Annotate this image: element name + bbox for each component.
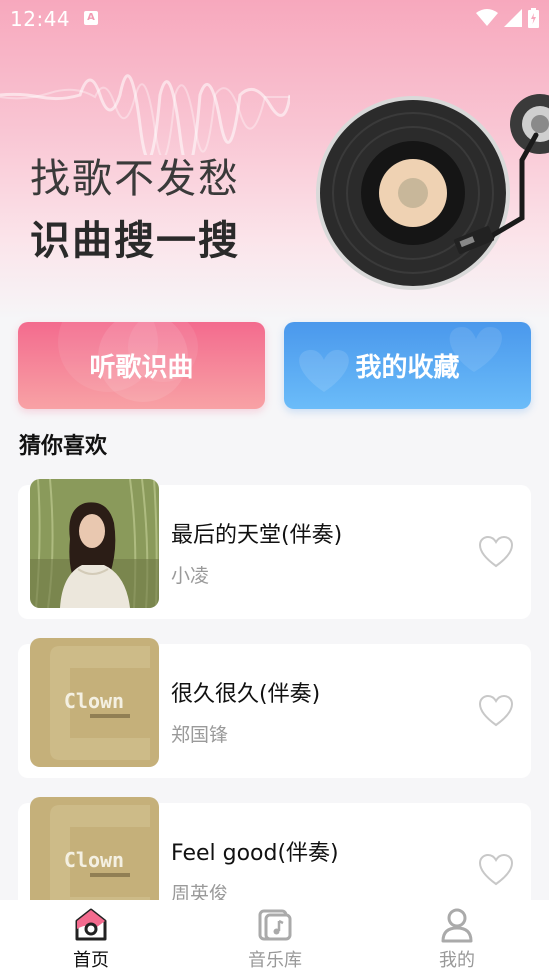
status-time: 12:44 [10,7,71,31]
profile-icon [441,908,473,943]
section-title: 猜你喜欢 [19,434,108,459]
bottom-tab-bar: 首页 音乐库 我的 [0,900,549,977]
cover-text: Clown [64,689,124,713]
status-bar: 12:44 A [0,0,549,38]
song-artist: 小凌 [171,565,210,587]
favorite-heart-icon[interactable] [478,535,514,569]
song-title: Feel good(伴奏) [171,841,339,866]
favorite-heart-icon[interactable] [478,853,514,887]
tab-home[interactable]: 首页 [31,900,151,977]
recognize-song-label: 听歌识曲 [89,353,194,383]
cover-text: Clown [64,848,124,872]
my-favorites-label: 我的收藏 [355,353,460,383]
song-artist: 郑国锋 [171,724,229,746]
music-library-icon [258,909,292,941]
tab-label: 我的 [439,950,475,971]
sound-wave-decoration [0,74,290,155]
my-favorites-button[interactable]: 我的收藏 [284,322,531,409]
notification-icon: A [84,11,98,25]
vinyl-record-icon [316,94,549,290]
battery-icon [528,8,539,28]
hero-title-line2: 识曲搜一搜 [30,218,240,264]
wifi-icon [476,9,498,26]
hero-banner: 12:44 A 找歌不发愁 识曲搜一搜 [0,0,549,320]
tab-label: 音乐库 [248,950,302,971]
signal-icon [504,9,522,27]
song-title: 最后的天堂(伴奏) [171,523,343,548]
tab-label: 首页 [73,950,109,971]
song-card[interactable]: Clown 很久很久(伴奏) 郑国锋 [18,638,531,778]
hero-title-line1: 找歌不发愁 [30,156,240,202]
tab-music-library[interactable]: 音乐库 [215,900,335,977]
home-icon [75,908,107,941]
song-cover-image[interactable] [30,479,159,608]
song-card[interactable]: 最后的天堂(伴奏) 小凌 [18,479,531,619]
favorite-heart-icon[interactable] [478,694,514,728]
recognize-song-button[interactable]: 听歌识曲 [18,322,265,409]
song-cover-image[interactable]: Clown [30,638,159,767]
song-title: 很久很久(伴奏) [171,682,321,707]
tab-profile[interactable]: 我的 [397,900,517,977]
